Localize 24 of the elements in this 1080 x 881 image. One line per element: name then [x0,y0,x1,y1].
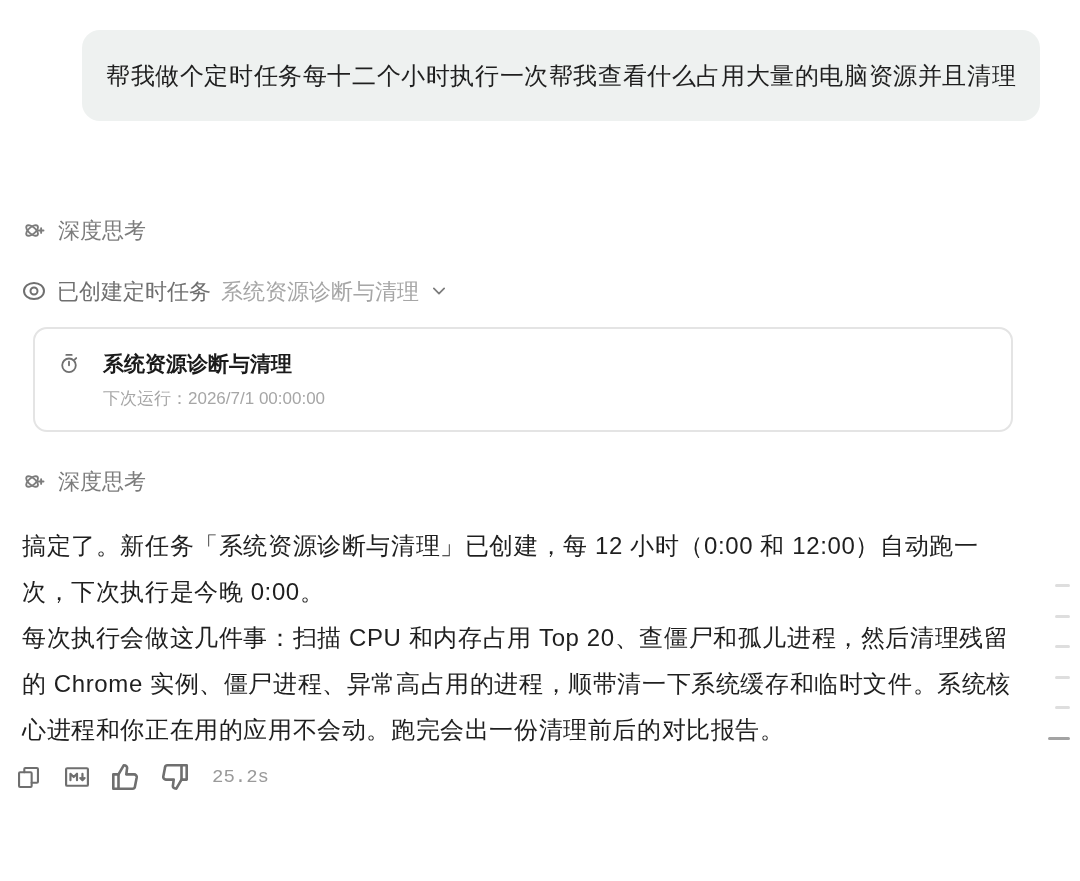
outline-marker[interactable] [1055,614,1070,618]
answer-paragraph: 每次执行会做这几件事：扫描 CPU 和内存占用 Top 20、查僵尸和孤儿进程，然后清理残留的 Chrome 实例、僵尸进程、异常高占用的进程，顺带清一下系统缓存和临时文件。系统核心进程和你正在用的应用不会动。跑完会出一份清理前后的对比报告。 [22,623,1013,745]
outline-marker[interactable] [1055,706,1070,709]
task-card-title: 系统资源诊断与清理 [103,350,292,377]
outline-marker[interactable] [1055,675,1070,679]
tool-status-label: 已创建定时任务 [57,277,211,306]
thinking-label[interactable]: 深度思考 [58,213,146,247]
thumbs-down-icon[interactable] [162,764,188,790]
stopwatch-icon [60,353,78,373]
answer-paragraph: 搞定了。新任务「系统资源诊断与清理」已创建，每 12 小时（0:00 和 12:00）自动跑一次，下次执行是今晚 0:00。 [22,531,980,607]
markdown-icon[interactable] [65,767,89,787]
outline-marker[interactable] [1048,736,1070,740]
chevron-down-icon[interactable] [433,287,445,295]
copy-icon[interactable] [18,765,39,789]
outline-marker[interactable] [1055,584,1070,587]
task-card-next-run: 下次运行：2026/7/1 00:00:00 [103,388,326,410]
thumbs-up-icon[interactable] [112,764,138,790]
eye-icon [23,281,45,301]
outline-marker[interactable] [1055,645,1070,648]
user-message-text: 帮我做个定时任务每十二个小时执行一次帮我查看什么占用大量的电脑资源并且清理 [106,60,1017,91]
task-card[interactable]: 系统资源诊断与清理 下次运行：2026/7/1 00:00:00 [33,327,1013,432]
thinking-label[interactable]: 深度思考 [58,464,146,498]
task-name: 系统资源诊断与清理 [221,277,419,306]
response-time: 25.2s [212,764,269,790]
